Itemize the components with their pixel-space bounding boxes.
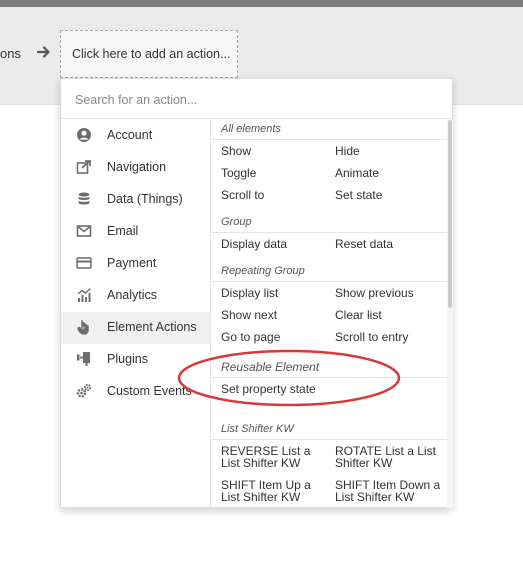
credit-card-icon (76, 257, 92, 269)
category-navigation[interactable]: Navigation (61, 152, 211, 184)
share-arrow-icon (76, 160, 91, 174)
action-display-list[interactable]: Display list (221, 287, 278, 299)
action-reverse-list[interactable]: REVERSE List a List Shifter KW (221, 445, 327, 469)
database-icon (78, 192, 90, 205)
top-border-strip (0, 0, 523, 7)
action-shift-item-up[interactable]: SHIFT Item Up a List Shifter KW (221, 479, 327, 503)
action-animate[interactable]: Animate (335, 167, 379, 179)
gears-icon (76, 383, 92, 398)
action-show-next[interactable]: Show next (221, 309, 277, 321)
action-set-property-state[interactable]: Set property state (221, 383, 316, 395)
category-label: Plugins (107, 352, 148, 366)
category-label: Navigation (107, 160, 167, 174)
action-show[interactable]: Show (221, 145, 251, 157)
envelope-icon (76, 225, 92, 237)
add-action-button[interactable]: Click here to add an action... (60, 30, 238, 78)
category-element-actions[interactable]: Element Actions (61, 312, 211, 344)
group-divider (211, 139, 447, 140)
group-divider (211, 439, 447, 440)
category-label: Custom Events (107, 384, 192, 398)
category-analytics[interactable]: Analytics (61, 280, 211, 312)
group-divider (211, 377, 447, 378)
action-show-previous[interactable]: Show previous (335, 287, 414, 299)
action-hide[interactable]: Hide (335, 145, 360, 157)
add-action-label: Click here to add an action... (72, 47, 231, 61)
action-set-state[interactable]: Set state (335, 189, 382, 201)
group-divider (211, 281, 447, 282)
category-label: Analytics (107, 288, 158, 302)
category-data-things[interactable]: Data (Things) (61, 184, 211, 216)
category-label: Email (107, 224, 139, 238)
action-reset-data[interactable]: Reset data (335, 238, 393, 250)
actions-scrollbar[interactable] (447, 120, 453, 508)
action-shift-item-down[interactable]: SHIFT Item Down a List Shifter KW (335, 479, 441, 503)
search-row (61, 79, 454, 119)
group-title-reusable-element: Reusable Element (221, 360, 320, 374)
category-payment[interactable]: Payment (61, 248, 211, 280)
hand-pointer-icon (77, 319, 89, 335)
group-title-all-elements: All elements (221, 123, 281, 135)
category-custom-events[interactable]: Custom Events (61, 376, 211, 408)
category-list: Account Navigation Data (Things) Email P… (61, 120, 211, 508)
action-clear-list[interactable]: Clear list (335, 309, 382, 321)
category-label: Data (Things) (107, 192, 183, 206)
line-chart-icon (77, 287, 91, 302)
action-scroll-to[interactable]: Scroll to (221, 189, 264, 201)
actions-panel: All elements Show Hide Toggle Animate Sc… (211, 120, 447, 508)
category-label: Element Actions (107, 320, 197, 334)
arrow-right-icon (36, 46, 50, 58)
group-title-list-shifter: List Shifter KW (221, 423, 294, 435)
search-input[interactable] (75, 90, 435, 110)
group-title-group: Group (221, 216, 252, 228)
category-plugins[interactable]: Plugins (61, 344, 211, 376)
action-toggle[interactable]: Toggle (221, 167, 256, 179)
plug-icon (77, 352, 90, 366)
action-go-to-page[interactable]: Go to page (221, 331, 280, 343)
user-circle-icon (77, 128, 91, 142)
action-rotate-list[interactable]: ROTATE List a List Shifter KW (335, 445, 441, 469)
group-title-repeating-group: Repeating Group (221, 265, 305, 277)
category-email[interactable]: Email (61, 216, 211, 248)
category-label: Account (107, 128, 153, 142)
group-divider (211, 232, 447, 233)
action-picker-popup: Account Navigation Data (Things) Email (60, 78, 454, 508)
scrollbar-thumb[interactable] (448, 120, 452, 308)
category-account[interactable]: Account (61, 120, 211, 152)
action-display-data[interactable]: Display data (221, 238, 287, 250)
action-scroll-to-entry[interactable]: Scroll to entry (335, 331, 408, 343)
category-label: Payment (107, 256, 157, 270)
previous-step-label: ons (0, 46, 21, 61)
